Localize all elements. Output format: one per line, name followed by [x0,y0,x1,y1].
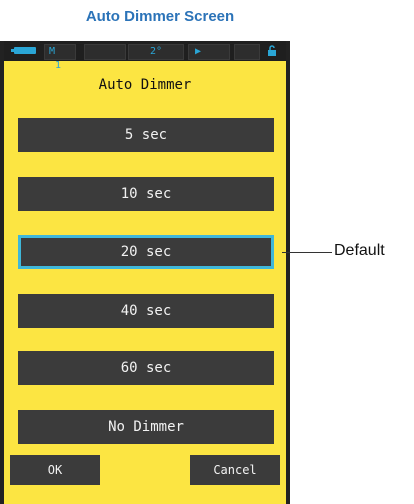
mode-indicator-2: ▶ [188,44,230,60]
callout-line [282,252,332,253]
figure-caption: Auto Dimmer Screen [85,8,235,25]
ok-button[interactable]: OK [10,455,100,485]
option-no-dimmer[interactable]: No Dimmer [18,410,274,444]
option-60-sec[interactable]: 60 sec [18,351,274,385]
lock-icon [268,45,276,56]
mode-label: M [49,46,56,57]
screen-title: Auto Dimmer [98,77,192,93]
status-segment-blank [84,44,126,60]
cancel-button[interactable]: Cancel [190,455,280,485]
status-segment-blank-2 [234,44,260,60]
status-bar: M 1 2° ▶ [4,41,286,71]
option-5-sec[interactable]: 5 sec [18,118,274,152]
option-20-sec[interactable]: 20 sec [18,235,274,269]
play-icon: ▶ [195,46,202,57]
option-10-sec[interactable]: 10 sec [18,177,274,211]
angle-indicator: 2° [128,44,184,60]
option-40-sec[interactable]: 40 sec [18,294,274,328]
battery-icon [11,47,36,54]
device-screen: M 1 2° ▶ Auto Dimmer 5 sec 10 sec 20 sec… [0,41,290,504]
mode-indicator: M 1 [44,44,76,71]
memory-label: 1 [55,60,62,71]
default-callout: Default [334,242,385,259]
